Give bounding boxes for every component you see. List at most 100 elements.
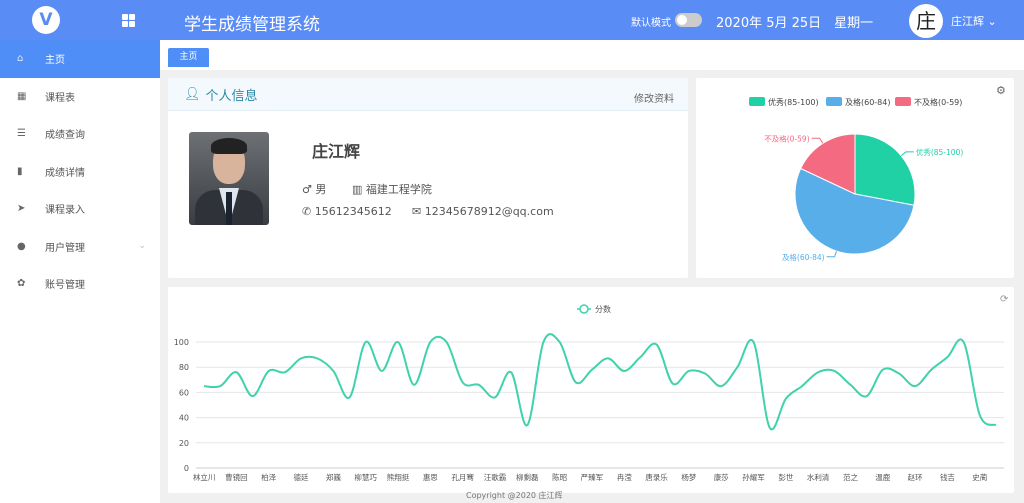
sidebar-item-3[interactable]: ▮ 成绩详情	[0, 153, 160, 191]
profile-card: 👤︎ 个人信息 修改资料 庄江辉 ♂ 男 ▥ 福建工程学院 ✆ 156123456…	[168, 78, 688, 278]
y-tick-label: 40	[179, 414, 189, 423]
pie-label-line	[826, 250, 837, 258]
x-tick-label: 彭世	[778, 472, 793, 482]
email: 12345678912@qq.com	[424, 205, 554, 218]
sidebar-item-2[interactable]: ☰ 成绩查询	[0, 115, 160, 153]
score-line-chart: 分数 ⟳ 0 20 40 60 80 100 林立川 曹镜回 柏泽 德廷 郑巍 柳慧巧 熊翔挺 惠思 孔月骞 汪歌…	[174, 294, 1009, 482]
grid-menu-icon[interactable]	[122, 14, 135, 27]
avatar[interactable]: 庄	[909, 4, 943, 38]
x-tick-label: 钱吉	[940, 472, 955, 482]
nav-icon: ▮	[17, 165, 23, 177]
legend-swatch	[826, 97, 842, 106]
user-icon: 👤︎	[184, 86, 201, 102]
profile-photo	[189, 132, 269, 225]
y-tick-label: 60	[179, 388, 189, 397]
college: 福建工程学院	[365, 183, 432, 196]
profile-header: 👤︎ 个人信息	[168, 78, 688, 111]
gender: 男	[315, 183, 327, 196]
sidebar: ⌂ 主页 ▦ 课程表 ☰ 成绩查询 ▮ 成绩详情 ➤ 课程录入 ● 用户管理 ⌄ ✿ 账号管理	[0, 40, 160, 503]
sidebar-item-6[interactable]: ✿ 账号管理	[0, 265, 160, 303]
user-menu[interactable]: 庄江辉 ⌄	[951, 13, 997, 29]
pie-label-line	[811, 137, 824, 144]
mode-toggle[interactable]	[675, 13, 702, 27]
x-tick-label: 柳剩磊	[516, 472, 539, 482]
x-tick-label: 范之	[843, 472, 858, 482]
x-tick-label: 柳慧巧	[354, 472, 377, 482]
x-tick-label: 康莎	[714, 472, 729, 482]
sidebar-item-label: 成绩详情	[45, 167, 85, 179]
legend-swatch	[895, 97, 911, 106]
gender-icon: ♂	[302, 183, 316, 196]
sidebar-item-1[interactable]: ▦ 课程表	[0, 78, 160, 116]
x-tick-label: 曹镜回	[225, 472, 248, 482]
x-tick-label: 唐录乐	[645, 472, 668, 482]
sidebar-item-label: 课程录入	[45, 205, 85, 217]
legend-label: 及格(60-84)	[845, 97, 891, 107]
app-title: 学生成绩管理系统	[184, 15, 320, 35]
nav-icon: ●	[17, 240, 26, 252]
y-tick-label: 80	[179, 363, 189, 372]
logo[interactable]: V	[32, 6, 60, 34]
x-tick-label: 严臻军	[581, 472, 604, 482]
tab-bar: 主页	[160, 40, 1024, 70]
pie-label: 优秀(85-100)	[916, 147, 963, 157]
profile-name: 庄江辉	[312, 142, 361, 161]
x-tick-label: 惠思	[423, 472, 438, 482]
nav-icon: ✿	[17, 278, 26, 290]
sidebar-item-5[interactable]: ● 用户管理 ⌄	[0, 228, 160, 266]
tab-home[interactable]: 主页	[168, 48, 209, 67]
x-tick-label: 史蔺	[972, 472, 987, 482]
x-tick-label: 孙耀军	[742, 472, 765, 482]
x-tick-label: 温鹿	[875, 472, 890, 482]
x-tick-label: 熊翔挺	[387, 472, 410, 482]
y-tick-label: 100	[174, 338, 189, 347]
pie-label: 及格(60-84)	[782, 252, 825, 262]
legend-marker	[579, 304, 589, 314]
copyright: Copyright @2020 庄江辉	[466, 491, 563, 500]
pie-label: 不及格(0-59)	[764, 133, 809, 143]
score-line-card: 分数 ⟳ 0 20 40 60 80 100 林立川 曹镜回 柏泽 德廷 郑巍 柳慧巧 熊翔挺 惠思 孔月骞 汪歌…	[168, 287, 1014, 493]
grade-pie-chart: 优秀(85-100) 及格(60-84) 不及格(0-59) ⚙ 优秀(85-100) 及…	[749, 84, 1006, 262]
edit-profile-link[interactable]: 修改资料	[634, 90, 674, 105]
phone: 15612345612	[314, 205, 392, 218]
x-tick-label: 孔月骞	[451, 472, 474, 482]
score-line	[204, 333, 997, 431]
sidebar-item-4[interactable]: ➤ 课程录入	[0, 190, 160, 228]
x-tick-label: 汪歌霸	[484, 472, 507, 482]
legend-label: 不及格(0-59)	[914, 97, 962, 107]
y-tick-label: 20	[179, 439, 189, 448]
x-tick-label: 水利清	[807, 472, 830, 482]
sidebar-item-label: 用户管理	[45, 242, 85, 254]
top-header: V 学生成绩管理系统 默认模式 2020年 5月 25日 星期一 庄 庄江辉 ⌄	[0, 0, 1024, 40]
building-icon: ▥	[352, 183, 366, 196]
sidebar-item-label: 课程表	[45, 92, 75, 104]
nav-icon: ▦	[17, 90, 27, 102]
x-tick-label: 郑巍	[326, 472, 341, 482]
grade-pie-card: 优秀(85-100) 及格(60-84) 不及格(0-59) ⚙ 优秀(85-100) 及…	[696, 78, 1014, 278]
refresh-icon: ⟳	[1000, 294, 1009, 305]
pie-slice	[854, 133, 916, 206]
sidebar-item-label: 主页	[45, 55, 65, 67]
sidebar-item-label: 成绩查询	[45, 130, 85, 142]
phone-icon: ✆	[302, 205, 315, 218]
x-tick-label: 杨梦	[681, 472, 696, 482]
y-tick-label: 0	[184, 464, 189, 473]
legend-label: 优秀(85-100)	[768, 97, 819, 107]
x-tick-label: 陈昭	[552, 472, 567, 482]
nav-icon: ➤	[17, 203, 26, 215]
x-tick-label: 德廷	[294, 472, 309, 482]
legend-label: 分数	[595, 304, 611, 314]
pie-label-line	[900, 151, 914, 157]
x-tick-label: 赵环	[908, 472, 923, 482]
legend-swatch	[749, 97, 765, 106]
x-tick-label: 冉滢	[617, 472, 632, 482]
nav-icon: ⌂	[17, 53, 24, 65]
settings-icon: ⚙	[996, 84, 1006, 97]
mode-label: 默认模式	[631, 18, 671, 29]
user-name: 庄江辉	[951, 15, 984, 28]
date-display: 2020年 5月 25日 星期一	[716, 16, 874, 31]
x-tick-label: 柏泽	[261, 472, 276, 482]
chevron-down-icon: ⌄	[138, 241, 146, 252]
sidebar-item-0[interactable]: ⌂ 主页	[0, 40, 160, 78]
sidebar-item-label: 账号管理	[45, 280, 85, 292]
